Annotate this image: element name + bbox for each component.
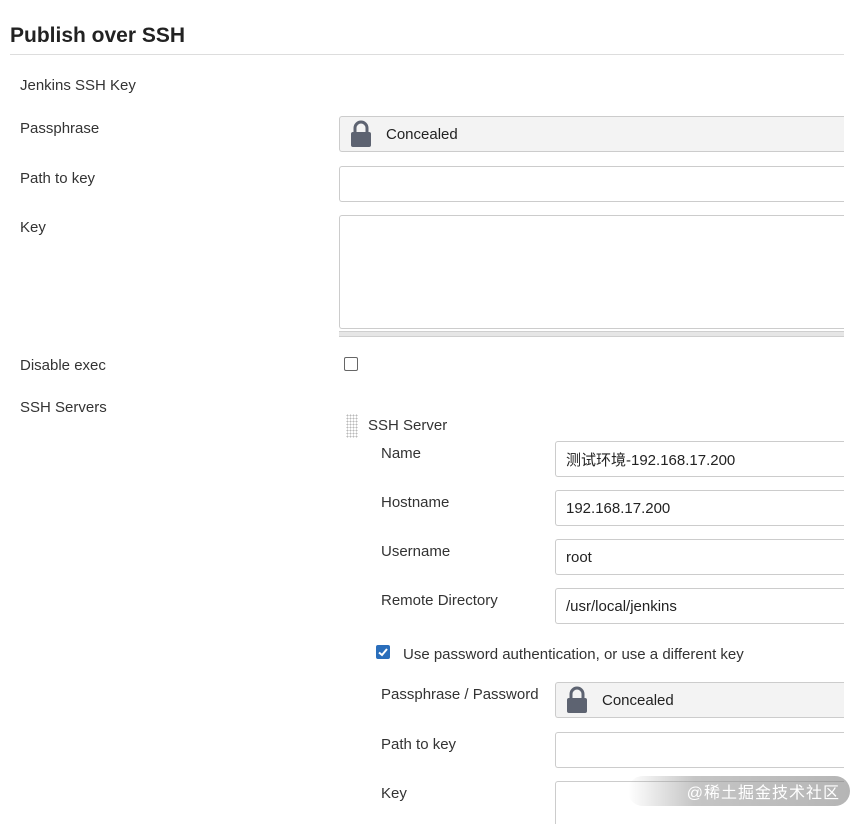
use-password-auth-checkbox[interactable] — [376, 645, 390, 659]
server-path-to-key-input[interactable] — [555, 732, 844, 768]
key-textarea[interactable] — [339, 215, 844, 329]
server-key-label: Key — [381, 785, 407, 802]
disable-exec-label: Disable exec — [20, 357, 106, 374]
jenkins-ssh-key-label: Jenkins SSH Key — [20, 77, 136, 94]
path-to-key-input[interactable] — [339, 166, 844, 202]
path-to-key-label: Path to key — [20, 170, 96, 187]
ssh-servers-label: SSH Servers — [20, 399, 107, 416]
server-path-to-key-label: Path to key — [381, 736, 457, 753]
lock-icon — [350, 120, 372, 148]
drag-handle-icon[interactable] — [346, 414, 358, 438]
section-divider — [10, 54, 844, 55]
server-name-label: Name — [381, 445, 422, 462]
remote-directory-label: Remote Directory — [381, 592, 498, 609]
publish-over-ssh-page: Publish over SSH Jenkins SSH Key Passphr… — [0, 0, 863, 824]
watermark: @稀土掘金技术社区 — [628, 776, 850, 806]
disable-exec-checkbox[interactable] — [344, 357, 358, 371]
hostname-label: Hostname — [381, 494, 450, 511]
server-name-input[interactable]: 测试环境-192.168.17.200 — [555, 441, 844, 477]
passphrase-concealed-text: Concealed — [386, 125, 458, 143]
ssh-server-header: SSH Server — [368, 417, 448, 434]
key-label: Key — [20, 219, 46, 236]
use-password-auth-label: Use password authentication, or use a di… — [403, 646, 744, 663]
key-textarea-resize-handle[interactable] — [339, 331, 844, 337]
checkmark-icon — [378, 648, 388, 657]
section-title: Publish over SSH — [10, 24, 186, 47]
passphrase-label: Passphrase — [20, 120, 100, 137]
passphrase-password-label: Passphrase / Password — [381, 686, 539, 703]
hostname-input[interactable]: 192.168.17.200 — [555, 490, 844, 526]
passphrase-concealed-field[interactable]: Concealed — [339, 116, 844, 152]
passphrase-password-concealed-text: Concealed — [602, 691, 674, 709]
username-label: Username — [381, 543, 451, 560]
username-input[interactable]: root — [555, 539, 844, 575]
remote-directory-input[interactable]: /usr/local/jenkins — [555, 588, 844, 624]
lock-icon — [566, 686, 588, 714]
passphrase-password-concealed-field[interactable]: Concealed — [555, 682, 844, 718]
